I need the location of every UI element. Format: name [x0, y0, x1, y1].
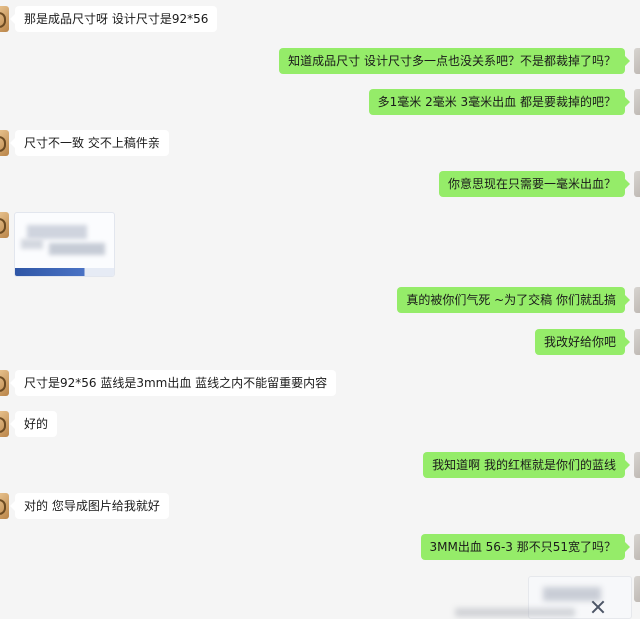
- message-bubble-right[interactable]: 多1毫米 2毫米 3毫米出血 都是要裁掉的吧？: [368, 89, 631, 115]
- message-bubble-left[interactable]: 对的 您导成图片给我就好: [10, 493, 169, 519]
- message-text: 我知道啊 我的红框就是你们的蓝线: [432, 458, 616, 472]
- self-avatar[interactable]: [634, 48, 640, 74]
- self-avatar[interactable]: [634, 171, 640, 197]
- message-text: 那是成品尺寸呀 设计尺寸是92*56: [24, 12, 209, 26]
- contact-avatar[interactable]: [0, 6, 9, 32]
- message-text: 尺寸是92*56 蓝线是3mm出血 蓝线之内不能留重要内容: [24, 376, 328, 390]
- message-bubble-right[interactable]: 真的被你们气死 ~为了交稿 你们就乱搞: [397, 287, 630, 313]
- self-avatar[interactable]: [634, 287, 640, 313]
- self-avatar[interactable]: [634, 452, 640, 478]
- contact-avatar[interactable]: [0, 370, 9, 396]
- message-text: 3MM出血 56-3 那不只51宽了吗？: [429, 540, 616, 554]
- message-bubble-right[interactable]: 我改好给你吧: [534, 329, 631, 355]
- contact-avatar[interactable]: [0, 493, 9, 519]
- message-text: 好的: [24, 417, 49, 431]
- image-message-thumbnail[interactable]: [14, 212, 115, 277]
- blurred-content: [21, 239, 43, 249]
- contact-avatar[interactable]: [0, 130, 9, 156]
- message-bubble-left[interactable]: 好的: [9, 411, 58, 437]
- self-avatar[interactable]: [634, 534, 640, 560]
- image-footer-strip: [15, 268, 114, 276]
- message-text: 你意思现在只需要一毫米出血？: [447, 177, 616, 191]
- blurred-content: [49, 243, 105, 255]
- watermark: [455, 608, 575, 617]
- message-text: 多1毫米 2毫米 3毫米出血 都是要裁掉的吧？: [377, 95, 616, 109]
- close-icon: [589, 599, 607, 615]
- message-bubble-right[interactable]: 你意思现在只需要一毫米出血？: [438, 171, 631, 197]
- message-bubble-right[interactable]: 知道成品尺寸 设计尺寸多一点也没关系吧？不是都裁掉了吗？: [279, 48, 630, 74]
- self-avatar[interactable]: [634, 329, 640, 355]
- message-text: 我改好给你吧: [543, 335, 616, 349]
- message-text: 尺寸不一致 交不上稿件亲: [24, 136, 160, 150]
- message-bubble-left[interactable]: 尺寸不一致 交不上稿件亲: [10, 130, 169, 156]
- blurred-content: [27, 225, 87, 239]
- message-text: 对的 您导成图片给我就好: [24, 499, 160, 513]
- contact-avatar[interactable]: [0, 212, 9, 238]
- message-bubble-left[interactable]: 那是成品尺寸呀 设计尺寸是92*56: [9, 6, 218, 32]
- message-bubble-right[interactable]: 3MM出血 56-3 那不只51宽了吗？: [420, 534, 631, 560]
- contact-avatar[interactable]: [0, 411, 9, 437]
- message-bubble-left[interactable]: 尺寸是92*56 蓝线是3mm出血 蓝线之内不能留重要内容: [9, 370, 337, 396]
- self-avatar[interactable]: [634, 576, 640, 602]
- message-text: 真的被你们气死 ~为了交稿 你们就乱搞: [406, 293, 616, 307]
- message-bubble-right[interactable]: 我知道啊 我的红框就是你们的蓝线: [423, 452, 630, 478]
- message-text: 知道成品尺寸 设计尺寸多一点也没关系吧？不是都裁掉了吗？: [288, 54, 616, 68]
- self-avatar[interactable]: [634, 89, 640, 115]
